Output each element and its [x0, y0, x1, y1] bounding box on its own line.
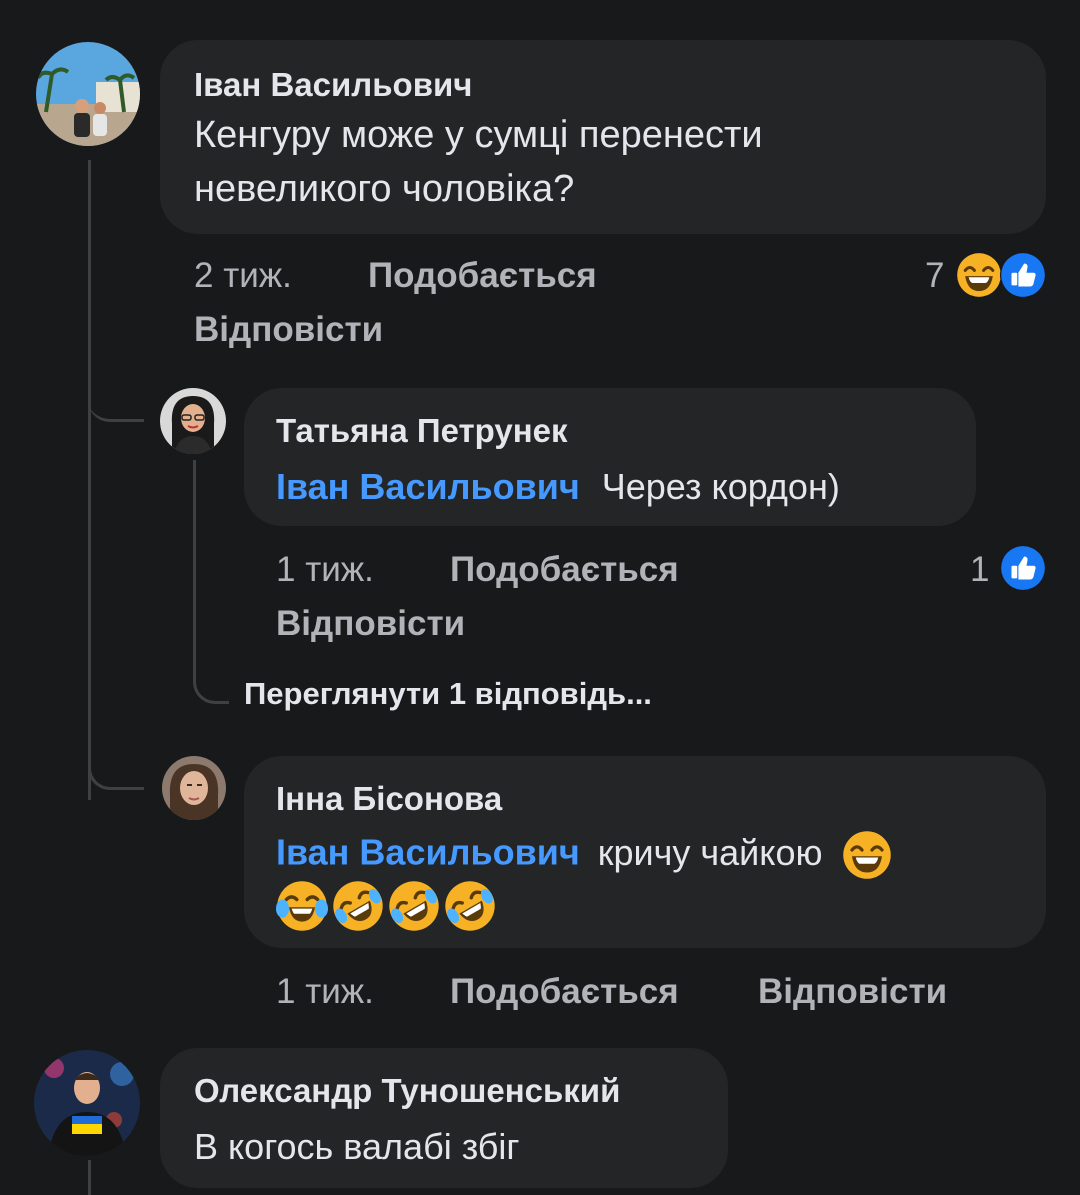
emoji-row — [276, 880, 496, 934]
grinning-squinting-emoji — [842, 830, 893, 880]
comment-time[interactable]: 1 тиж. — [276, 550, 374, 590]
avatar-photo — [160, 388, 226, 454]
comment-time[interactable]: 2 тиж. — [194, 256, 292, 296]
reply-link[interactable]: Відповісти — [276, 604, 465, 644]
comment-text: Іван Васильович кричу чайкою — [276, 830, 893, 880]
comment-time[interactable]: 1 тиж. — [276, 972, 374, 1012]
rolling-laughing-emoji — [388, 880, 440, 932]
like-reaction-icon[interactable] — [1000, 252, 1046, 298]
comment-text: Іван Васильович Через кордон) — [276, 466, 840, 508]
comment-body: Через кордон) — [601, 466, 840, 507]
comment-text-line-1: Кенгуру може у сумці перенести — [194, 114, 763, 156]
mention-link[interactable]: Іван Васильович — [276, 466, 580, 507]
thread-line-main — [88, 160, 91, 800]
reply-link[interactable]: Відповісти — [194, 310, 383, 350]
avatar-photo — [34, 1050, 140, 1156]
comment-text: В когось валабі збіг — [194, 1126, 520, 1167]
comment-bubble: Олександр Туношенський В когось валабі з… — [160, 1048, 728, 1188]
thread-line-nested — [193, 460, 196, 660]
thread-connector-reply-1 — [88, 360, 144, 422]
comment-author[interactable]: Олександр Туношенський — [194, 1072, 620, 1110]
like-reaction-icon[interactable] — [1000, 545, 1046, 591]
reaction-count[interactable]: 7 — [925, 256, 944, 296]
avatar-photo — [162, 756, 226, 820]
comment-author[interactable]: Інна Бісонова — [276, 780, 502, 818]
comment-author[interactable]: Іван Васильович — [194, 66, 472, 104]
avatar-photo — [36, 42, 140, 146]
thread-connector-view-replies — [193, 640, 229, 704]
mention-link[interactable]: Іван Васильович — [276, 832, 580, 873]
like-link[interactable]: Подобається — [450, 550, 679, 590]
comment-text-line-2: невеликого чоловіка? — [194, 168, 575, 210]
avatar-ivan[interactable] — [36, 42, 140, 146]
haha-reaction-icon[interactable] — [956, 252, 1002, 298]
tears-of-joy-emoji — [276, 880, 328, 932]
comment-body: кричу чайкою — [597, 831, 823, 873]
comment-bubble: Іван Васильович Кенгуру може у сумці пер… — [160, 40, 1046, 234]
like-link[interactable]: Подобається — [450, 972, 679, 1012]
reaction-count[interactable]: 1 — [970, 550, 989, 590]
avatar-tatiana[interactable] — [160, 388, 226, 454]
comment-bubble: Інна Бісонова Іван Васильович кричу чайк… — [244, 756, 1046, 948]
avatar-oleksandr[interactable] — [34, 1050, 140, 1156]
like-link[interactable]: Подобається — [368, 256, 597, 296]
comment-author[interactable]: Татьяна Петрунек — [276, 412, 568, 450]
comment-bubble: Татьяна Петрунек Іван Васильович Через к… — [244, 388, 976, 526]
thread-connector-reply-2 — [88, 740, 144, 790]
rolling-laughing-emoji — [444, 880, 496, 932]
avatar-inna[interactable] — [162, 756, 226, 820]
rolling-laughing-emoji — [332, 880, 384, 932]
view-replies-link[interactable]: Переглянути 1 відповідь... — [244, 676, 652, 712]
reply-link[interactable]: Відповісти — [758, 972, 947, 1012]
thread-line-bottom — [88, 1160, 91, 1195]
